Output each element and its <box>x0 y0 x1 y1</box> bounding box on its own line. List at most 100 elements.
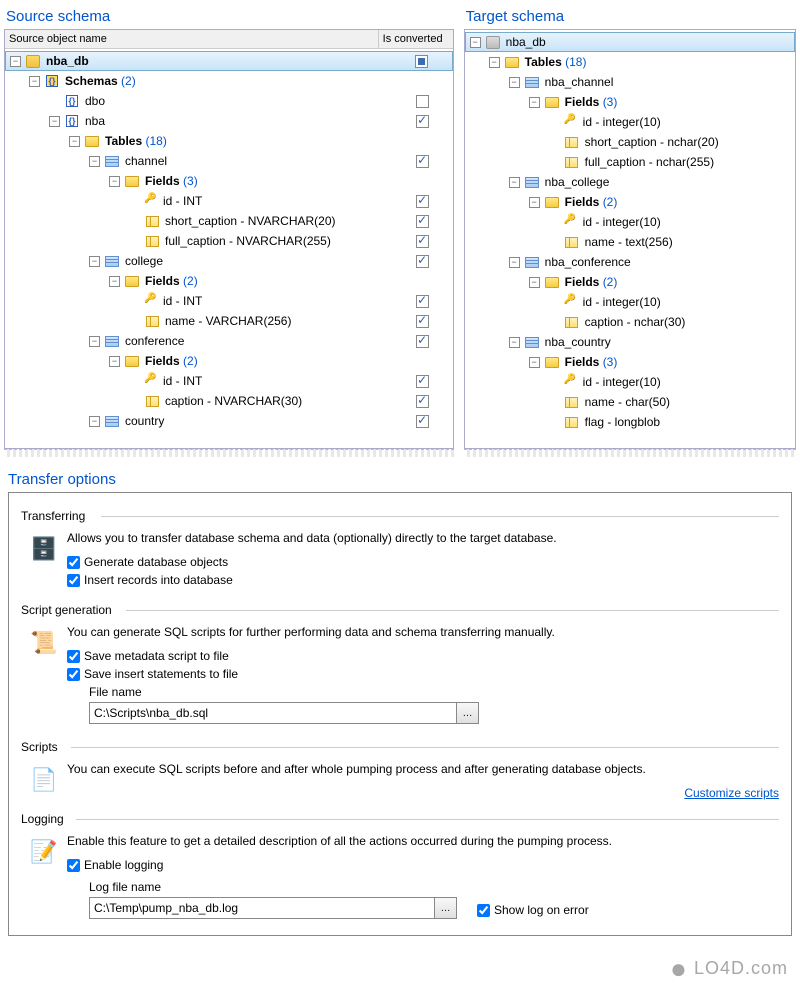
target-field-node[interactable]: name - char(50) <box>465 392 795 412</box>
col-source-name: Source object name <box>5 30 379 48</box>
schemas-node[interactable]: −{}Schemas (2) <box>5 71 453 91</box>
schema-nba-node[interactable]: −{}nba <box>5 111 453 131</box>
target-field-node[interactable]: id - integer(10) <box>465 112 795 132</box>
target-table-node[interactable]: −nba_conference <box>465 252 795 272</box>
log-icon: 📝 <box>28 836 60 868</box>
fields-channel-node[interactable]: −Fields (3) <box>5 171 453 191</box>
collapse-icon[interactable]: − <box>509 337 520 348</box>
target-field-node[interactable]: id - integer(10) <box>465 372 795 392</box>
country-checkbox[interactable] <box>416 415 429 428</box>
log-file-input[interactable] <box>89 897 435 919</box>
field-node[interactable]: id - INT <box>5 291 453 311</box>
generate-db-objects-checkbox[interactable] <box>67 556 80 569</box>
field-checkbox[interactable] <box>416 235 429 248</box>
target-table-node[interactable]: −nba_country <box>465 332 795 352</box>
table-country-node[interactable]: −country <box>5 411 453 431</box>
transfer-options-box: Transferring 🗄️ Allows you to transfer d… <box>8 492 792 936</box>
table-channel-node[interactable]: −channel <box>5 151 453 171</box>
field-node[interactable]: full_caption - NVARCHAR(255) <box>5 231 453 251</box>
col-is-converted: Is converted <box>379 30 453 48</box>
target-field-node[interactable]: caption - nchar(30) <box>465 312 795 332</box>
collapse-icon[interactable]: − <box>89 336 100 347</box>
target-field-node[interactable]: full_caption - nchar(255) <box>465 152 795 172</box>
target-fields-node[interactable]: −Fields (2) <box>465 272 795 292</box>
target-field-node[interactable]: id - integer(10) <box>465 292 795 312</box>
field-node[interactable]: id - INT <box>5 191 453 211</box>
insert-records-checkbox[interactable] <box>67 574 80 587</box>
field-checkbox[interactable] <box>416 295 429 308</box>
table-conference-node[interactable]: −conference <box>5 331 453 351</box>
show-log-on-error-checkbox[interactable] <box>477 904 490 917</box>
channel-checkbox[interactable] <box>416 155 429 168</box>
collapse-icon[interactable]: − <box>49 116 60 127</box>
collapse-icon[interactable]: − <box>470 37 481 48</box>
field-checkbox[interactable] <box>416 215 429 228</box>
script-gen-desc: You can generate SQL scripts for further… <box>67 625 779 639</box>
target-db-node[interactable]: −nba_db <box>465 32 795 52</box>
transferring-desc: Allows you to transfer database schema a… <box>67 531 779 545</box>
collapse-icon[interactable]: − <box>509 257 520 268</box>
collapse-icon[interactable]: − <box>89 256 100 267</box>
save-insert-label: Save insert statements to file <box>84 667 238 681</box>
target-tree[interactable]: −nba_db −Tables (18) −nba_channel −Field… <box>464 29 796 449</box>
show-log-on-error-label: Show log on error <box>494 903 589 917</box>
script-file-input[interactable] <box>89 702 457 724</box>
collapse-icon[interactable]: − <box>529 97 540 108</box>
collapse-icon[interactable]: − <box>69 136 80 147</box>
field-checkbox[interactable] <box>416 315 429 328</box>
tables-node[interactable]: −Tables (18) <box>5 131 453 151</box>
transfer-options-title: Transfer options <box>8 467 792 492</box>
collapse-icon[interactable]: − <box>489 57 500 68</box>
dbo-checkbox[interactable] <box>416 95 429 108</box>
collapse-icon[interactable]: − <box>109 176 120 187</box>
collapse-icon[interactable]: − <box>529 277 540 288</box>
nba-checkbox[interactable] <box>416 115 429 128</box>
target-field-node[interactable]: flag - longblob <box>465 412 795 432</box>
target-field-node[interactable]: short_caption - nchar(20) <box>465 132 795 152</box>
target-table-node[interactable]: −nba_college <box>465 172 795 192</box>
collapse-icon[interactable]: − <box>89 416 100 427</box>
collapse-icon[interactable]: − <box>10 56 21 67</box>
collapse-icon[interactable]: − <box>89 156 100 167</box>
collapse-icon[interactable]: − <box>509 77 520 88</box>
field-node[interactable]: short_caption - NVARCHAR(20) <box>5 211 453 231</box>
target-field-node[interactable]: id - integer(10) <box>465 212 795 232</box>
collapse-icon[interactable]: − <box>109 276 120 287</box>
target-table-node[interactable]: −nba_channel <box>465 72 795 92</box>
collapse-icon[interactable]: − <box>509 177 520 188</box>
target-field-node[interactable]: name - text(256) <box>465 232 795 252</box>
fields-college-node[interactable]: −Fields (2) <box>5 271 453 291</box>
db-checkbox[interactable] <box>415 55 428 68</box>
save-metadata-checkbox[interactable] <box>67 650 80 663</box>
fields-conference-node[interactable]: −Fields (2) <box>5 351 453 371</box>
conference-checkbox[interactable] <box>416 335 429 348</box>
source-tree[interactable]: Source object name Is converted −nba_db … <box>4 29 454 449</box>
source-tree-header: Source object name Is converted <box>5 30 453 49</box>
browse-script-button[interactable]: … <box>457 702 479 724</box>
target-fields-node[interactable]: −Fields (3) <box>465 352 795 372</box>
college-checkbox[interactable] <box>416 255 429 268</box>
schema-dbo-node[interactable]: {}dbo <box>5 91 453 111</box>
field-node[interactable]: caption - NVARCHAR(30) <box>5 391 453 411</box>
customize-scripts-link[interactable]: Customize scripts <box>684 786 779 800</box>
field-checkbox[interactable] <box>416 375 429 388</box>
field-checkbox[interactable] <box>416 195 429 208</box>
browse-log-button[interactable]: … <box>435 897 457 919</box>
table-college-node[interactable]: −college <box>5 251 453 271</box>
collapse-icon[interactable]: − <box>529 357 540 368</box>
collapse-icon[interactable]: − <box>529 197 540 208</box>
target-fields-node[interactable]: −Fields (3) <box>465 92 795 112</box>
target-tables-node[interactable]: −Tables (18) <box>465 52 795 72</box>
field-node[interactable]: id - INT <box>5 371 453 391</box>
collapse-icon[interactable]: − <box>109 356 120 367</box>
save-insert-checkbox[interactable] <box>67 668 80 681</box>
field-checkbox[interactable] <box>416 395 429 408</box>
target-fields-node[interactable]: −Fields (2) <box>465 192 795 212</box>
enable-logging-label: Enable logging <box>84 858 163 872</box>
key-icon <box>144 294 158 308</box>
source-db-node[interactable]: −nba_db <box>5 51 453 71</box>
enable-logging-checkbox[interactable] <box>67 859 80 872</box>
field-node[interactable]: name - VARCHAR(256) <box>5 311 453 331</box>
collapse-icon[interactable]: − <box>29 76 40 87</box>
watermark: ● LO4D.com <box>670 953 788 985</box>
